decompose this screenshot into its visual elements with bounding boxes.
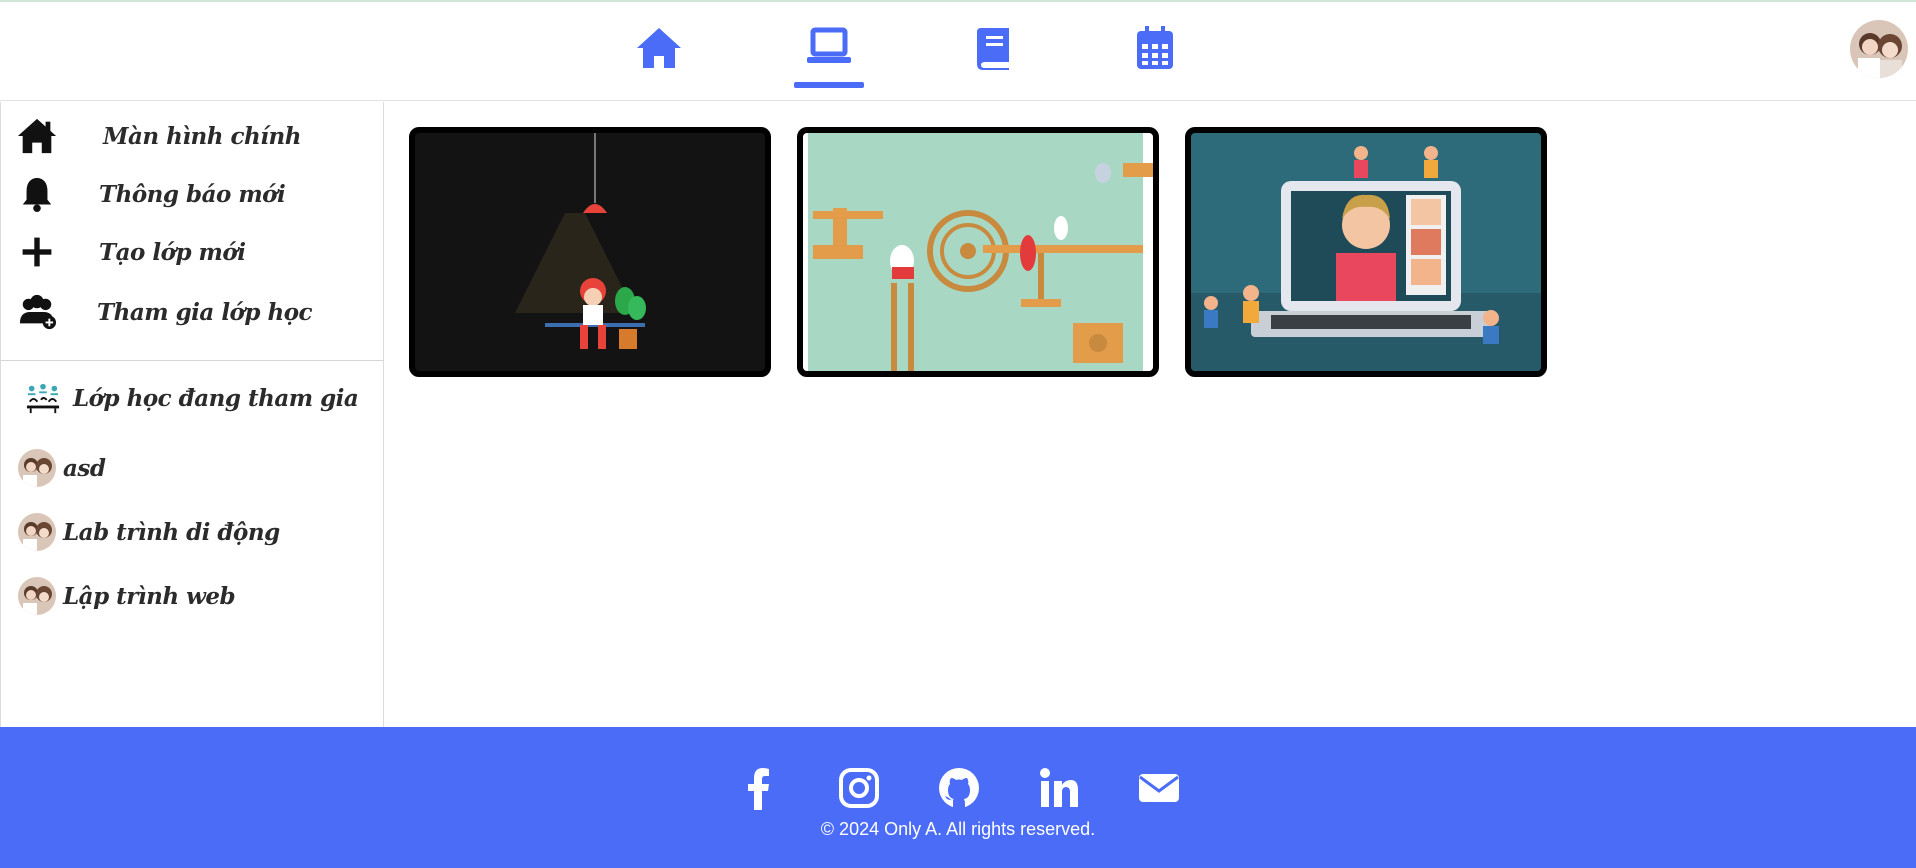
- facebook-icon: [748, 768, 769, 810]
- sidebar-item-label: Màn hình chính: [103, 122, 301, 150]
- class-avatar: [18, 513, 56, 551]
- card-penguin-machine[interactable]: [797, 127, 1159, 377]
- plus-icon: [15, 230, 59, 274]
- nav-classroom-button[interactable]: [794, 26, 864, 88]
- sidebar-item-join-class[interactable]: Tham gia lớp học: [1, 286, 381, 338]
- instagram-link[interactable]: [834, 763, 884, 813]
- classroom-icon: [21, 376, 65, 420]
- class-avatar: [18, 449, 56, 487]
- class-name: Lab trình di động: [63, 518, 280, 546]
- sidebar-item-label: Tạo lớp mới: [99, 238, 246, 266]
- joined-classes-header: Lớp học đang tham gia: [1, 372, 381, 424]
- card-online-class[interactable]: [1185, 127, 1547, 377]
- laptop-icon: [807, 27, 851, 63]
- user-avatar[interactable]: [1850, 20, 1908, 78]
- instagram-icon: [839, 768, 879, 808]
- class-item-web-programming[interactable]: Lập trình web: [1, 572, 381, 620]
- home-icon: [15, 114, 59, 158]
- sidebar-item-home[interactable]: Màn hình chính: [1, 110, 381, 162]
- joined-classes-title: Lớp học đang tham gia: [73, 384, 359, 412]
- linkedin-link[interactable]: [1034, 763, 1084, 813]
- class-name: Lập trình web: [63, 582, 236, 610]
- online-class-illustration: [1191, 133, 1541, 371]
- top-navigation: [0, 2, 1916, 101]
- calendar-icon: [1137, 26, 1173, 69]
- github-link[interactable]: [934, 763, 984, 813]
- nav-calendar-button[interactable]: [1120, 26, 1190, 88]
- class-avatar: [18, 577, 56, 615]
- penguin-machine-illustration: [803, 133, 1153, 371]
- sidebar-item-create-class[interactable]: Tạo lớp mới: [1, 226, 381, 278]
- home-icon: [637, 28, 681, 68]
- nav-book-button[interactable]: [960, 26, 1030, 88]
- sidebar-item-label: Thông báo mới: [99, 180, 286, 208]
- footer: © 2024 Only A. All rights reserved.: [0, 727, 1916, 868]
- email-icon: [1139, 774, 1179, 802]
- card-lamp-study[interactable]: [409, 127, 771, 377]
- class-item-asd[interactable]: asd: [1, 444, 381, 492]
- linkedin-icon: [1040, 768, 1078, 807]
- email-link[interactable]: [1134, 763, 1184, 813]
- class-name: asd: [63, 454, 106, 482]
- sidebar-item-notifications[interactable]: Thông báo mới: [1, 168, 381, 220]
- github-icon: [939, 768, 979, 808]
- class-item-mobile-lab[interactable]: Lab trình di động: [1, 508, 381, 556]
- book-icon: [977, 28, 1009, 70]
- sidebar-divider: [1, 360, 384, 361]
- bell-icon: [15, 172, 59, 216]
- sidebar-item-label: Tham gia lớp học: [97, 298, 313, 326]
- sidebar: Màn hình chính Thông báo mới Tạo lớp mới…: [0, 102, 384, 727]
- lamp-study-illustration: [415, 133, 765, 371]
- copyright-text: © 2024 Only A. All rights reserved.: [820, 819, 1096, 839]
- nav-home-button[interactable]: [624, 26, 694, 88]
- users-add-icon: [15, 290, 59, 334]
- facebook-link[interactable]: [734, 763, 784, 813]
